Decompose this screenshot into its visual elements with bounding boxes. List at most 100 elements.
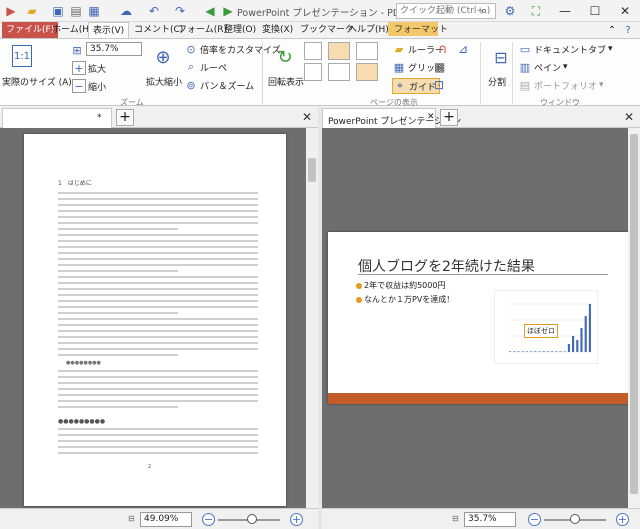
zoom-out-icon: − [72, 79, 86, 93]
help-icon[interactable]: ? [620, 22, 636, 38]
cover-page-icon[interactable] [356, 63, 378, 81]
print-icon[interactable]: ▤ [68, 3, 84, 19]
zoom-in-label: 拡大 [88, 64, 107, 75]
text-line [58, 264, 258, 266]
doc-tab-button[interactable]: ▭ ドキュメントタブ ▾ [518, 42, 613, 56]
page-scroll-icon[interactable] [304, 63, 322, 81]
back-icon[interactable]: ◀ [202, 3, 218, 19]
redo-icon[interactable]: ↷ [172, 3, 188, 19]
chart-bar [572, 336, 575, 352]
loupe-button[interactable]: ⌕ ルーペ [184, 60, 227, 74]
modified-mark: * [97, 113, 102, 123]
text-line [58, 330, 258, 332]
text-line [58, 406, 178, 408]
custom-zoom-icon: ⊙ [186, 42, 196, 56]
chevron-down-icon: ▾ [608, 44, 613, 54]
settings-gear-icon[interactable]: ⚙ [502, 3, 518, 19]
left-vertical-scrollbar[interactable] [306, 128, 318, 508]
zoom-out-button[interactable]: − 縮小 [72, 79, 106, 93]
chart-bar [580, 328, 583, 352]
custom-zoom-button[interactable]: ⊙ 倍率をカスタマイズ [184, 42, 280, 56]
scroll-thumb[interactable] [630, 134, 638, 494]
menu-convert[interactable]: 変換(X) [258, 22, 297, 38]
guide-button[interactable]: ⌖ ガイド [392, 78, 441, 94]
search-icon[interactable]: ⌕ [481, 4, 487, 18]
undo-icon[interactable]: ↶ [146, 3, 162, 19]
tab-close-icon[interactable]: ✕ [427, 112, 435, 122]
left-zoom-slider[interactable] [247, 514, 258, 524]
open-folder-icon[interactable]: ▰ [24, 3, 40, 19]
fullscreen-icon[interactable]: ⛶ [528, 3, 544, 19]
chart-bar [538, 351, 541, 352]
text-line [58, 342, 258, 344]
scroll-thumb[interactable] [308, 158, 316, 182]
single-page-icon[interactable] [304, 42, 322, 60]
text-line [58, 228, 178, 230]
save-icon[interactable]: ▣ [50, 3, 66, 19]
text-line [58, 370, 258, 372]
snap-icon[interactable]: ⊿ [458, 42, 468, 56]
cloud-icon[interactable]: ☁ [118, 3, 134, 19]
new-tab-button[interactable]: + [116, 109, 134, 126]
right-zoom-out-button[interactable]: − [528, 513, 541, 526]
measure-icon[interactable]: ⊡ [434, 78, 444, 92]
forward-icon[interactable]: ▶ [220, 3, 236, 19]
actual-size-button[interactable]: 1:1 [12, 45, 32, 67]
rotate-label: 回転表示 [268, 78, 305, 88]
zoom-plus-icon: ⊞ [72, 43, 82, 57]
left-zoom-in-button[interactable]: + [290, 513, 303, 526]
ribbon-separator [262, 42, 263, 104]
zoom-fit-button[interactable]: ⊕ [150, 45, 176, 69]
chart-bar [517, 351, 520, 352]
text-line [58, 282, 258, 284]
menu-organize[interactable]: 整理(O) [220, 22, 260, 38]
left-status-bar: ⊟ 49.09% − + [0, 508, 318, 529]
magnet-icon[interactable]: ∩ [438, 42, 448, 57]
text-line [58, 348, 258, 350]
left-zoom-out-button[interactable]: − [202, 513, 215, 526]
close-pane-icon[interactable]: ✕ [300, 110, 314, 124]
right-zoom-slider[interactable] [570, 514, 580, 524]
rotate-button[interactable]: ↻ [272, 45, 298, 69]
zoom-in-button[interactable]: + 拡大 [72, 61, 106, 75]
continuous-page-icon[interactable] [356, 42, 378, 60]
text-line [58, 336, 258, 338]
two-scroll-icon[interactable] [328, 63, 350, 81]
section-label-2: ●●●●●●●●● [58, 418, 106, 425]
status-toggle-icon[interactable]: ⊟ [452, 514, 459, 523]
checker-icon[interactable]: ▩ [434, 60, 445, 74]
split-label: 分割 [488, 78, 507, 88]
pane-button[interactable]: ▥ ペイン ▾ [518, 60, 568, 74]
maximize-button[interactable]: ☐ [580, 0, 610, 22]
two-page-icon[interactable] [328, 42, 350, 60]
split-icon: ⊟ [494, 47, 508, 67]
minimize-button[interactable]: — [550, 0, 580, 22]
left-doc-tab[interactable]: * [2, 108, 112, 128]
close-pane-icon[interactable]: ✕ [622, 110, 636, 124]
left-document-pane[interactable]: 1 はじめに ●●●●●●●● ●●●●●●●●● 2 [0, 128, 318, 508]
status-toggle-icon[interactable]: ⊟ [128, 514, 135, 523]
right-doc-tab[interactable]: PowerPoint プレゼンテーション ✕ [322, 108, 461, 128]
portfolio-button[interactable]: ▤ ポートフォリオ ▾ [518, 78, 604, 92]
actual-size-label: 実際のサイズ (A) [2, 78, 72, 88]
scan-icon[interactable]: ▦ [86, 3, 102, 19]
new-tab-button[interactable]: + [440, 109, 458, 126]
ribbon-separator [512, 42, 513, 104]
zoom-combo[interactable]: 35.7% [86, 42, 142, 56]
right-vertical-scrollbar[interactable] [628, 128, 640, 508]
chart-bar [551, 351, 554, 352]
menu-help[interactable]: ヘルプ(H) [344, 22, 393, 38]
text-line [58, 240, 258, 242]
close-window-button[interactable]: ✕ [610, 0, 640, 22]
right-zoom-in-button[interactable]: + [616, 513, 629, 526]
text-line [58, 288, 258, 290]
ruler-button[interactable]: ▰ ルーラー [392, 42, 444, 56]
left-zoom-box[interactable]: 49.09% [140, 512, 192, 527]
right-zoom-box[interactable]: 35.7% [464, 512, 516, 527]
menu-view[interactable]: 表示(V) [88, 22, 130, 38]
ribbon-collapse-icon[interactable]: ⌃ [604, 22, 620, 38]
menu-format[interactable]: フォーマット [390, 22, 452, 38]
pan-zoom-button[interactable]: ⊚ パン＆ズーム [184, 78, 254, 92]
split-button[interactable]: ⊟ [488, 45, 514, 69]
right-document-pane[interactable]: 個人ブログを2年続けた結果 2年で収益は約5000円 なんとか１万PVを達成！ … [322, 128, 640, 508]
